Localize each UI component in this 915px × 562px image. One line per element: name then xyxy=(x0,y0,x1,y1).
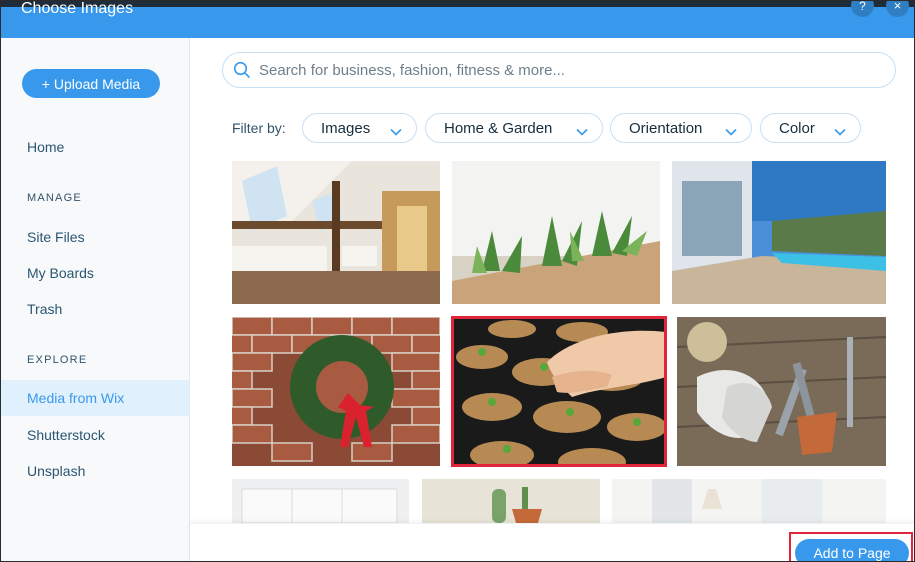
sidebar-item-trash[interactable]: Trash xyxy=(27,301,62,317)
explore-heading: EXPLORE xyxy=(27,354,88,366)
chevron-down-icon xyxy=(576,123,588,140)
image-tile-succulent-planter[interactable] xyxy=(452,161,660,304)
add-to-page-highlight: Add to Page xyxy=(789,532,913,561)
image-tile-garden-gloves-tools[interactable] xyxy=(677,317,886,466)
sidebar-item-media-from-wix[interactable]: Media from Wix xyxy=(1,380,189,416)
search-bar[interactable] xyxy=(222,52,896,88)
dialog-title: Choose Images xyxy=(21,0,134,17)
filter-orientation-dropdown[interactable]: Orientation xyxy=(610,113,752,143)
filter-color-dropdown[interactable]: Color xyxy=(760,113,861,143)
image-tile-white-kitchen[interactable] xyxy=(232,479,409,523)
sidebar-item-shutterstock[interactable]: Shutterstock xyxy=(27,427,105,443)
close-button[interactable]: × xyxy=(886,1,909,17)
help-button[interactable]: ? xyxy=(851,1,874,17)
manage-heading: MANAGE xyxy=(27,192,82,204)
sidebar: + Upload Media Home MANAGE Site Files My… xyxy=(1,38,190,561)
image-tile-christmas-wreath[interactable] xyxy=(232,317,440,466)
image-tile-attic-bedroom[interactable] xyxy=(232,161,440,304)
filter-by-label: Filter by: xyxy=(232,120,286,136)
sidebar-item-home[interactable]: Home xyxy=(27,139,64,155)
filter-label-text: Color xyxy=(779,119,815,137)
sidebar-item-my-boards[interactable]: My Boards xyxy=(27,265,94,281)
filter-images-dropdown[interactable]: Images xyxy=(302,113,417,143)
chevron-down-icon xyxy=(725,123,737,140)
filter-category-dropdown[interactable]: Home & Garden xyxy=(425,113,603,143)
dialog-header: Choose Images ? × xyxy=(1,0,914,38)
filter-label-text: Images xyxy=(321,119,371,137)
image-tile-cactus-pots[interactable] xyxy=(422,479,600,523)
search-icon xyxy=(233,61,251,84)
sidebar-item-site-files[interactable]: Site Files xyxy=(27,229,85,245)
image-tile-bright-living-room[interactable] xyxy=(612,479,886,523)
header-top-bar xyxy=(1,1,914,7)
search-input[interactable] xyxy=(259,53,879,87)
choose-images-dialog: Choose Images ? × + Upload Media Home MA… xyxy=(0,0,915,562)
chevron-down-icon xyxy=(390,123,402,140)
add-to-page-button[interactable]: Add to Page xyxy=(795,539,909,561)
upload-media-button[interactable]: + Upload Media xyxy=(22,69,160,98)
sidebar-item-unsplash[interactable]: Unsplash xyxy=(27,463,85,479)
image-tile-modern-house-pool[interactable] xyxy=(672,161,886,304)
chevron-down-icon xyxy=(834,123,846,140)
filter-label-text: Orientation xyxy=(629,119,703,137)
filter-label-text: Home & Garden xyxy=(444,119,553,137)
image-grid xyxy=(190,151,914,523)
sidebar-item-label: Media from Wix xyxy=(27,390,125,406)
image-tile-planting-seedlings[interactable] xyxy=(451,316,667,467)
